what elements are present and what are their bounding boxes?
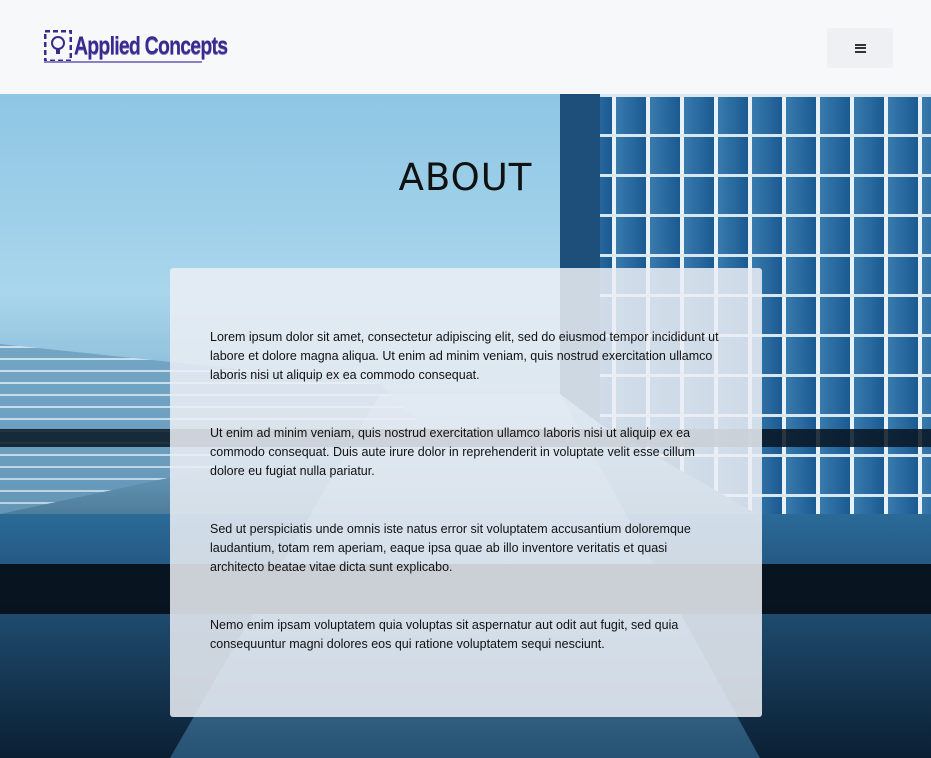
about-content-card: Lorem ipsum dolor sit amet, consectetur …: [170, 268, 762, 717]
menu-toggle-button[interactable]: [827, 28, 893, 68]
about-paragraph: Ut enim ad minim veniam, quis nostrud ex…: [210, 426, 695, 478]
about-paragraph: Lorem ipsum dolor sit amet, consectetur …: [210, 330, 719, 382]
page-title: ABOUT: [398, 156, 533, 199]
about-paragraph: Sed ut perspiciatis unde omnis iste natu…: [210, 522, 691, 574]
logo-underline: [44, 61, 202, 63]
about-paragraph: Nemo enim ipsam voluptatem quia voluptas…: [210, 618, 679, 651]
hero-section: ABOUT Lorem ipsum dolor sit amet, consec…: [0, 94, 931, 758]
logo-mark-icon: [44, 30, 72, 62]
navbar: Applied Concepts: [0, 0, 931, 94]
hamburger-menu-icon: [854, 43, 866, 53]
logo-text: Applied Concepts: [74, 31, 228, 60]
brand-logo[interactable]: Applied Concepts: [44, 28, 271, 64]
